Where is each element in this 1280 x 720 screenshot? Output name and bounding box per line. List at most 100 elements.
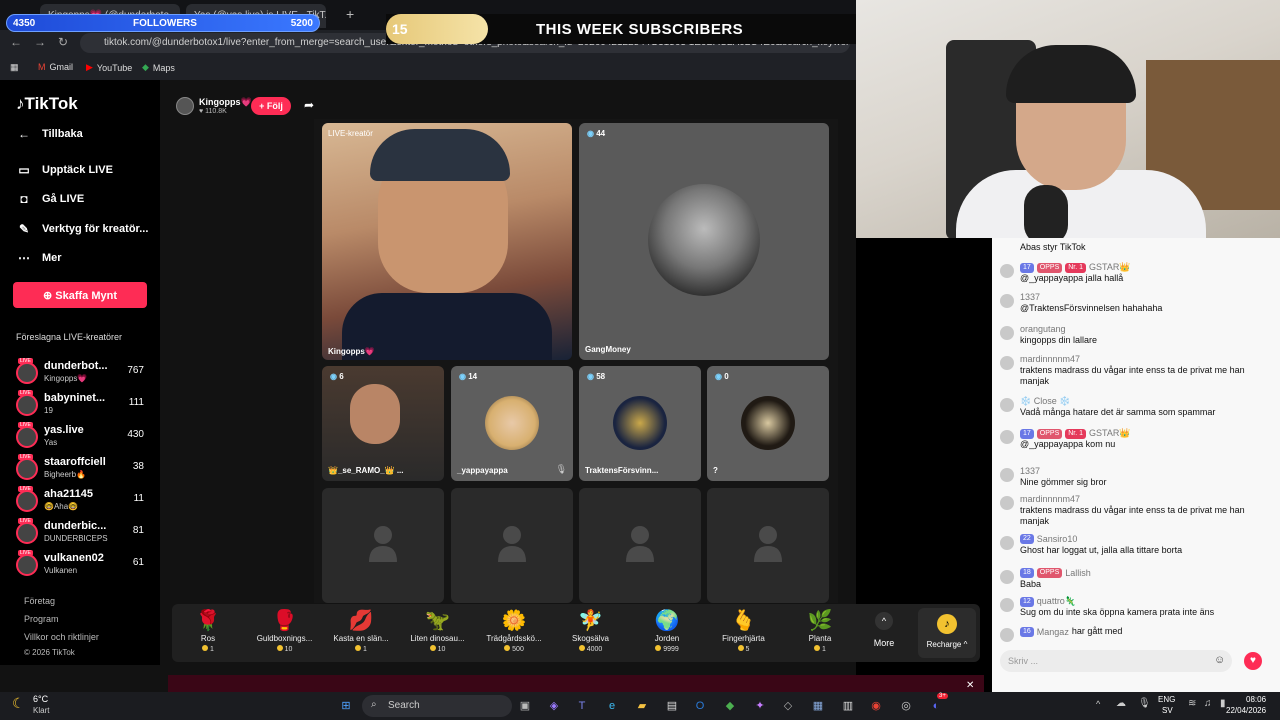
clock-time[interactable]: 08:06 [1246, 695, 1266, 704]
back-arrow-icon[interactable]: ← [10, 35, 22, 49]
gift-item[interactable]: 🌼 Trädgårdsskö... 500 [478, 608, 550, 653]
nav-go-live[interactable]: ◘ Gå LIVE [16, 192, 84, 206]
recharge-button[interactable]: ♪ Recharge ^ [918, 608, 976, 658]
guest-video-gangmoney[interactable]: ◉ 44 GangMoney [579, 123, 829, 360]
chat-avatar[interactable] [1000, 264, 1014, 278]
footer-terms[interactable]: Villkor och riktlinjer [24, 632, 99, 642]
chat-avatar[interactable] [1000, 598, 1014, 612]
chat-avatar[interactable] [1000, 628, 1014, 642]
more-gifts-button[interactable]: ^ More [864, 612, 904, 648]
chevron-up-icon[interactable]: ^ [1096, 699, 1100, 709]
shield-icon[interactable]: ◆ [720, 696, 740, 716]
nav-more[interactable]: ⋯ Mer [16, 251, 62, 265]
gift-item[interactable]: 🥊 Guldboxnings... 10 [249, 608, 321, 653]
chat-username-row[interactable]: mardinnnnm47 [1020, 494, 1080, 504]
tiktok-logo[interactable]: ♪TikTok [16, 94, 78, 114]
gift-item[interactable]: 🫰 Fingerhjärta 5 [708, 608, 780, 653]
taskbar-search[interactable]: ⌕ Search [362, 695, 512, 717]
share-icon[interactable]: ➦ [304, 98, 314, 112]
chat-input[interactable]: Skriv ... [1000, 650, 1232, 672]
chat-username-row[interactable]: 16 Mangaz har gått med [1020, 626, 1280, 637]
host-video[interactable]: LIVE-kreatör Kingopps💗 [322, 123, 572, 360]
chat-avatar[interactable] [1000, 430, 1014, 444]
chat-username-row[interactable]: 18 OPPS Lallish [1020, 568, 1091, 578]
suggested-creator[interactable]: LIVE yas.live Yas 430 [16, 422, 148, 452]
nav-discover-live[interactable]: ▭ Upptäck LIVE [16, 163, 113, 177]
chat-avatar[interactable] [1000, 570, 1014, 584]
chat-avatar[interactable] [1000, 536, 1014, 550]
chat-username-row[interactable]: 12 quattro🦎 [1020, 596, 1076, 607]
volume-icon[interactable]: ♫ [1204, 698, 1212, 709]
chat-avatar[interactable] [1000, 398, 1014, 412]
store-icon[interactable]: ▤ [662, 696, 682, 716]
chat-avatar[interactable] [1000, 294, 1014, 308]
reload-icon[interactable]: ↻ [58, 35, 68, 49]
chat-avatar[interactable] [1000, 468, 1014, 482]
host-avatar[interactable] [176, 97, 194, 115]
chat-username-row[interactable]: mardinnnnm47 [1020, 354, 1080, 364]
obs-icon[interactable]: ◎ [896, 696, 916, 716]
footer-company[interactable]: Företag [24, 596, 55, 606]
chat-username-row[interactable]: 1337 [1020, 292, 1040, 302]
cloud-icon[interactable]: ☁ [1116, 698, 1126, 709]
calculator-icon[interactable]: ▥ [838, 696, 858, 716]
clock-date[interactable]: 22/04/2026 [1226, 706, 1266, 715]
bookmark-gmail[interactable]: M Gmail [38, 62, 73, 72]
bookmark-maps[interactable]: ◆ Maps [142, 62, 175, 73]
file-explorer-icon[interactable]: ▰ [632, 696, 652, 716]
chat-username-row[interactable]: ❄️ Close ❄️ [1020, 396, 1070, 407]
empty-seat[interactable] [707, 488, 829, 603]
language[interactable]: ENG [1158, 695, 1175, 704]
outlook-icon[interactable]: O [690, 696, 710, 716]
chat-username-row[interactable]: 22 Sansiro10 [1020, 534, 1077, 544]
get-coins-button[interactable]: ⊕ Skaffa Mynt [13, 282, 147, 308]
battery-icon[interactable]: ▮ [1220, 698, 1226, 709]
mic-icon[interactable]: 🎙 [1138, 698, 1151, 709]
gift-item[interactable]: 🧚 Skogsälva 4000 [555, 608, 627, 653]
empty-seat[interactable] [451, 488, 573, 603]
guest-video-unknown[interactable]: ◉ 0 ? [707, 366, 829, 481]
suggested-creator[interactable]: LIVE vulkanen02 Vulkanen 61 [16, 550, 148, 580]
nav-back[interactable]: ← Tillbaka [16, 127, 83, 141]
chat-username-row[interactable]: 1337 [1020, 466, 1040, 476]
chat-avatar[interactable] [1000, 496, 1014, 510]
copilot-icon[interactable]: ◈ [544, 696, 564, 716]
chat-username-row[interactable]: 17 OPPS Nr. 1 GSTAR👑 [1020, 428, 1131, 439]
guest-video-yappayappa[interactable]: ◉ 14 _yappayappa 🎙 [451, 366, 573, 481]
gift-item[interactable]: 💋 Kasta en slän... 1 [325, 608, 397, 653]
suggested-creator[interactable]: LIVE dunderbic... DUNDERBICEPS 81 [16, 518, 148, 548]
gift-item[interactable]: 🦖 Liten dinosau... 10 [402, 608, 474, 653]
like-heart-button[interactable]: ♥ [1244, 652, 1262, 670]
gift-item[interactable]: 🌍 Jorden 9999 [631, 608, 703, 653]
suggested-creator[interactable]: LIVE babyninet... 19 111 [16, 390, 148, 420]
emoji-icon[interactable]: ☺ [1214, 654, 1225, 666]
suggested-creator[interactable]: LIVE aha21145 🤓Aha🤓 11 [16, 486, 148, 516]
forward-arrow-icon[interactable]: → [34, 35, 46, 49]
task-view-icon[interactable]: ▣ [515, 696, 535, 716]
empty-seat[interactable] [579, 488, 701, 603]
suggested-creator[interactable]: LIVE staaroffciell Bigheerb🔥 38 [16, 454, 148, 484]
wifi-icon[interactable]: ≋ [1188, 698, 1196, 709]
chat-username-row[interactable]: 17 OPPS Nr. 1 GSTAR👑 [1020, 262, 1131, 273]
teams-icon[interactable]: T [572, 696, 592, 716]
gift-item[interactable]: 🌹 Ros 1 [172, 608, 244, 653]
edge-icon[interactable]: e [602, 696, 622, 716]
discord-icon[interactable]: ◐ [926, 696, 946, 716]
windows-start-icon[interactable]: ⊞ [336, 696, 356, 716]
empty-seat[interactable] [322, 488, 444, 603]
photos-icon[interactable]: ▦ [808, 696, 828, 716]
app-icon[interactable]: ✦ [750, 696, 770, 716]
plus-icon[interactable]: + [346, 6, 354, 22]
nav-creator-tools[interactable]: ✎ Verktyg för kreatör... [16, 222, 148, 236]
gift-item[interactable]: 🌿 Planta 1 [784, 608, 856, 653]
chrome-icon[interactable]: ◉ [866, 696, 886, 716]
chat-avatar[interactable] [1000, 356, 1014, 370]
terminal-icon[interactable]: ◇ [778, 696, 798, 716]
apps-grid-icon[interactable]: ▦ [10, 62, 19, 73]
host-name[interactable]: Kingopps💗 [199, 97, 252, 108]
keyboard-layout[interactable]: SV [1162, 706, 1173, 715]
guest-video-ramo[interactable]: ◉ 6 👑_se_RAMO_👑 ... [322, 366, 444, 481]
chat-username-row[interactable]: orangutang [1020, 324, 1066, 334]
footer-program[interactable]: Program [24, 614, 59, 624]
chat-avatar[interactable] [1000, 326, 1014, 340]
